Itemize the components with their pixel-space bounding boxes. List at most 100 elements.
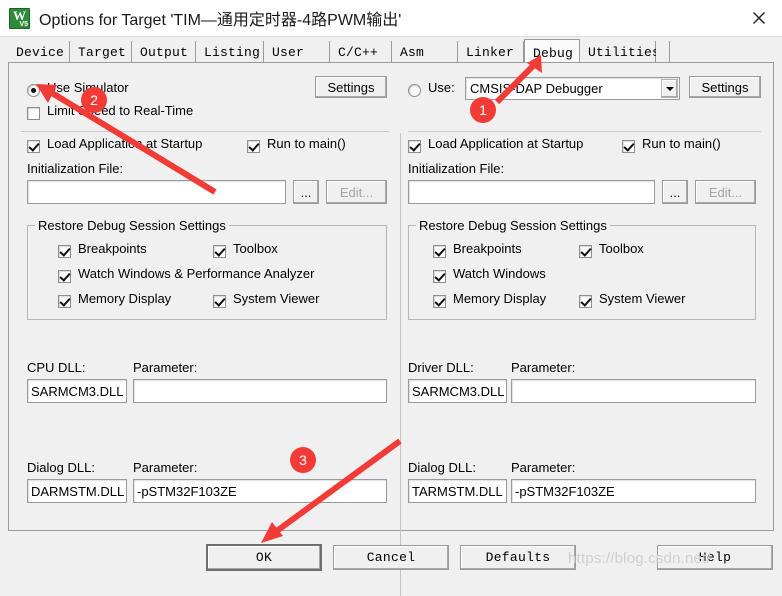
simulator-settings-button[interactable]: Settings (315, 76, 387, 98)
tab-label: Output (140, 45, 189, 60)
tab-label: Debug (533, 45, 574, 61)
debugger-select[interactable]: CMSIS-DAP Debugger (465, 77, 680, 100)
right-watch-windows-checkbox[interactable] (433, 270, 446, 283)
right-dialog-dll-input[interactable]: TARMSTM.DLL (408, 479, 507, 503)
right-restore-group-title: Restore Debug Session Settings (416, 218, 610, 233)
right-breakpoints-checkbox[interactable] (433, 245, 446, 258)
right-init-file-label: Initialization File: (408, 161, 505, 176)
cpu-parameter-input[interactable] (133, 379, 387, 403)
driver-dll-input[interactable]: SARMCM3.DLL (408, 379, 507, 403)
left-dialog-dll-label: Dialog DLL: (27, 460, 95, 475)
right-edit-button[interactable]: Edit... (695, 180, 756, 204)
annotation-badge-1: 1 (470, 97, 496, 123)
cpu-dll-input[interactable]: SARMCM3.DLL (27, 379, 127, 403)
left-memory-display-label: Memory Display (78, 291, 172, 306)
right-dialog-parameter-input[interactable]: -pSTM32F103ZE (511, 479, 756, 503)
right-dialog-parameter-label: Parameter: (511, 460, 576, 475)
tab-listing[interactable]: Listing (196, 41, 264, 63)
left-load-app-checkbox[interactable] (27, 140, 40, 153)
limit-speed-label: Limit Speed to Real-Time (47, 103, 194, 118)
pane-divider (400, 133, 401, 596)
tab-strip: Device Target Output Listing User C/C++ … (8, 39, 774, 63)
debug-panel: Use Simulator Limit Speed to Real-Time S… (8, 62, 774, 596)
right-dialog-dll-label: Dialog DLL: (408, 460, 476, 475)
tab-filler (656, 41, 670, 63)
debugger-select-value: CMSIS-DAP Debugger (470, 81, 603, 96)
left-init-file-input[interactable] (27, 180, 286, 204)
use-simulator-radio[interactable] (27, 84, 40, 97)
driver-dll-label: Driver DLL: (408, 360, 474, 375)
tab-label: User (272, 45, 305, 60)
tabs-row: Device Target Output Listing User C/C++ … (8, 39, 670, 63)
left-dialog-parameter-label: Parameter: (133, 460, 198, 475)
use-debugger-radio[interactable] (408, 84, 421, 97)
left-run-to-main-checkbox[interactable] (247, 140, 260, 153)
right-system-viewer-checkbox[interactable] (579, 295, 592, 308)
left-watch-windows-label: Watch Windows & Performance Analyzer (78, 266, 315, 281)
left-load-app-label: Load Application at Startup (47, 136, 203, 151)
tab-label: Listing (204, 45, 261, 60)
debugger-settings-button[interactable]: Settings (689, 76, 761, 98)
right-memory-display-label: Memory Display (453, 291, 547, 306)
left-separator (21, 131, 389, 132)
driver-parameter-label: Parameter: (511, 360, 576, 375)
right-memory-display-checkbox[interactable] (433, 295, 446, 308)
left-memory-display-checkbox[interactable] (58, 295, 71, 308)
tab-label: C/C++ (338, 45, 379, 60)
right-system-viewer-label: System Viewer (599, 291, 686, 306)
tab-output[interactable]: Output (132, 41, 196, 63)
app-icon-version: V5 (19, 20, 28, 28)
right-restore-group: Restore Debug Session Settings Breakpoin… (408, 218, 756, 320)
cancel-button[interactable]: Cancel (333, 545, 449, 570)
tab-label: Utilities (588, 45, 661, 60)
defaults-button[interactable]: Defaults (460, 545, 576, 570)
tab-cpp[interactable]: C/C++ (330, 41, 392, 63)
chevron-down-icon[interactable] (661, 79, 678, 98)
right-browse-button[interactable]: ... (662, 180, 688, 204)
tab-user[interactable]: User (264, 41, 330, 63)
tab-debug[interactable]: Debug (524, 39, 580, 63)
right-watch-windows-label: Watch Windows (453, 266, 546, 281)
watermark: https://blog.csdn.net/ (568, 550, 711, 567)
right-run-to-main-checkbox[interactable] (622, 140, 635, 153)
limit-speed-checkbox[interactable] (27, 107, 40, 120)
tab-label: Device (16, 45, 65, 60)
left-run-to-main-label: Run to main() (267, 136, 346, 151)
title-bar: W V5 Options for Target 'TIM—通用定时器-4路PWM… (0, 0, 782, 37)
ok-button[interactable]: OK (206, 544, 322, 571)
tab-label: Asm (400, 45, 425, 60)
left-system-viewer-label: System Viewer (233, 291, 320, 306)
left-system-viewer-checkbox[interactable] (213, 295, 226, 308)
right-load-app-label: Load Application at Startup (428, 136, 584, 151)
tab-asm[interactable]: Asm (392, 41, 458, 63)
left-browse-button[interactable]: ... (293, 180, 319, 204)
left-restore-group: Restore Debug Session Settings Breakpoin… (27, 218, 387, 320)
tab-utilities[interactable]: Utilities (580, 41, 660, 63)
left-edit-button[interactable]: Edit... (326, 180, 387, 204)
right-load-app-checkbox[interactable] (408, 140, 421, 153)
left-init-file-label: Initialization File: (27, 161, 124, 176)
right-init-file-input[interactable] (408, 180, 655, 204)
close-icon[interactable] (736, 0, 782, 35)
right-breakpoints-label: Breakpoints (453, 241, 522, 256)
left-dialog-parameter-input[interactable]: -pSTM32F103ZE (133, 479, 387, 503)
left-watch-windows-checkbox[interactable] (58, 270, 71, 283)
right-separator (408, 131, 761, 132)
left-breakpoints-checkbox[interactable] (58, 245, 71, 258)
driver-parameter-input[interactable] (511, 379, 756, 403)
use-debugger-label: Use: (428, 80, 455, 95)
tab-target[interactable]: Target (70, 41, 132, 63)
right-run-to-main-label: Run to main() (642, 136, 721, 151)
left-dialog-dll-input[interactable]: DARMSTM.DLL (27, 479, 127, 503)
tab-linker[interactable]: Linker (458, 41, 524, 63)
tab-label: Linker (466, 45, 515, 60)
app-icon: W V5 (9, 7, 30, 29)
right-toolbox-checkbox[interactable] (579, 245, 592, 258)
tab-label: Target (78, 45, 127, 60)
left-breakpoints-label: Breakpoints (78, 241, 147, 256)
window-title: Options for Target 'TIM—通用定时器-4路PWM输出' (39, 12, 402, 29)
left-toolbox-checkbox[interactable] (213, 245, 226, 258)
cpu-parameter-label: Parameter: (133, 360, 198, 375)
tab-device[interactable]: Device (8, 41, 70, 63)
right-toolbox-label: Toolbox (599, 241, 644, 256)
